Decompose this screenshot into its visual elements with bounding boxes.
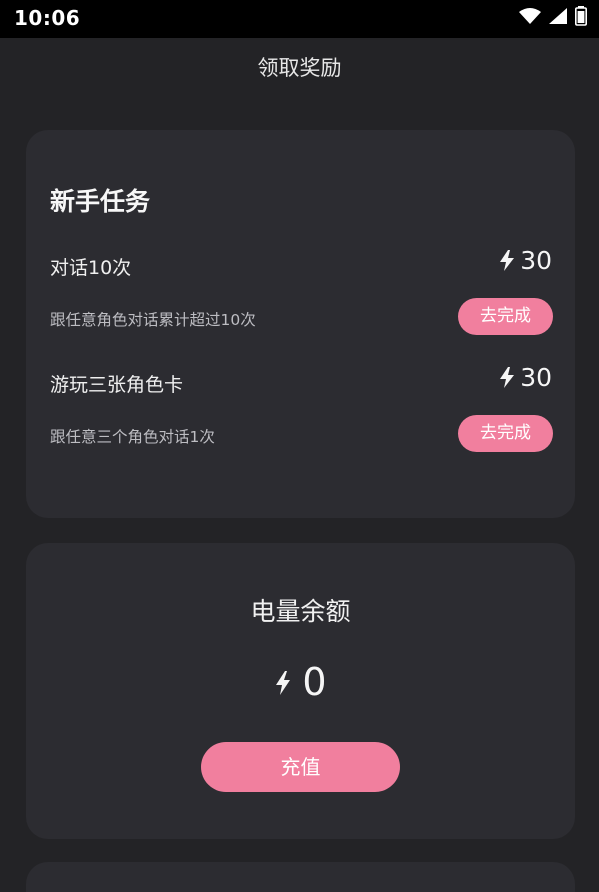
task-description: 跟任意角色对话累计超过10次	[50, 311, 256, 329]
complete-task-button[interactable]: 去完成	[458, 298, 553, 335]
task-name: 游玩三张角色卡	[50, 374, 184, 396]
task-reward: 30	[498, 246, 552, 275]
balance-card: 电量余额 0 充值	[26, 543, 575, 839]
balance-title: 电量余额	[250, 597, 351, 626]
balance-value: 0	[302, 660, 327, 704]
reward-value: 30	[520, 363, 552, 392]
wifi-icon	[519, 8, 541, 24]
complete-task-button[interactable]: 去完成	[458, 415, 553, 452]
status-icons	[519, 6, 587, 26]
balance-amount: 0	[26, 660, 575, 704]
lightning-icon	[276, 670, 291, 695]
task-reward: 30	[498, 363, 552, 392]
status-time: 10:06	[14, 6, 81, 30]
task-name: 对话10次	[50, 257, 132, 279]
lightning-icon	[500, 250, 515, 271]
reward-value: 30	[520, 246, 552, 275]
battery-icon	[575, 6, 587, 26]
task-section-title: 新手任务	[50, 187, 151, 216]
next-card	[26, 862, 575, 892]
lightning-icon	[500, 367, 515, 388]
status-bar: 10:06	[0, 0, 599, 38]
signal-icon	[549, 8, 567, 24]
page-title: 领取奖励	[257, 56, 342, 80]
newbie-task-card: 新手任务 对话10次 跟任意角色对话累计超过10次 30 去完成 游玩三张角色卡…	[26, 130, 575, 518]
task-description: 跟任意三个角色对话1次	[50, 428, 215, 446]
recharge-button[interactable]: 充值	[201, 742, 400, 792]
reward-screen: 10:06 领取奖励 新手任务 对话10次 跟任意角色对话累计超过10次 30 …	[0, 0, 599, 892]
